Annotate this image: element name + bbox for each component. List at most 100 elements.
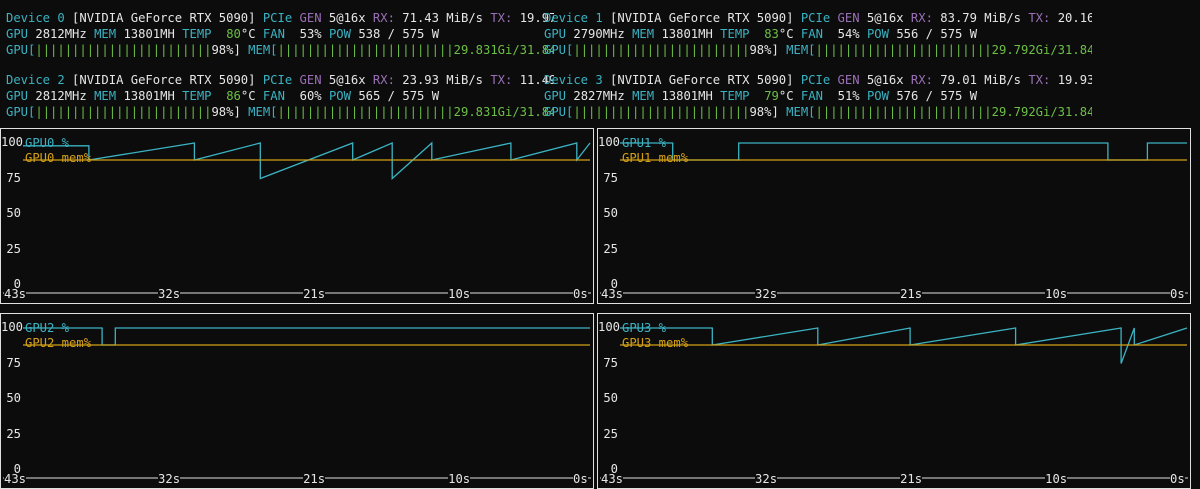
gpu-util-bar: |||||||||||||||||||||||| bbox=[573, 43, 750, 57]
gen-label: GEN bbox=[299, 73, 322, 87]
y-tick-label: 50 bbox=[6, 391, 21, 405]
y-tick-label: 75 bbox=[6, 170, 21, 185]
mem-used-value: 29.792Gi/31.843 bbox=[991, 43, 1092, 57]
gpu-clock-value: 2812MHz bbox=[35, 27, 87, 41]
tx-label: TX: bbox=[1028, 11, 1051, 25]
mem-clock-value: 13801MH bbox=[123, 89, 175, 103]
gpu3-utilization-chart: 100 75 50 25 0 43s 32s 21s 10s 0s GPU3 % GPU3 mem% bbox=[597, 313, 1191, 489]
device-0-info: Device 0 [NVIDIA GeForce RTX 5090] PCIe … bbox=[6, 10, 554, 58]
x-tick-label: 32s bbox=[158, 472, 181, 486]
gpu-clock-value: 2827MHz bbox=[573, 89, 625, 103]
x-tick-label: 0s bbox=[1170, 472, 1185, 486]
rx-label: RX: bbox=[372, 11, 395, 25]
y-tick-label: 25 bbox=[603, 426, 618, 441]
pcie-label: PCIe bbox=[262, 11, 293, 25]
gpu-clock-label: GPU bbox=[544, 89, 567, 103]
fan-value: 60% bbox=[292, 89, 322, 103]
mem-usage-bar: |||||||||||||||||||||||| bbox=[277, 43, 454, 57]
fan-label: FAN bbox=[800, 89, 823, 103]
mem-clock-value: 13801MH bbox=[661, 27, 713, 41]
temp-label: TEMP bbox=[720, 89, 750, 103]
gpu1-utilization-chart: 100 75 50 25 0 43s 32s 21s 10s 0s GPU1 % GPU1 mem% bbox=[597, 128, 1191, 304]
temp-value: 79 bbox=[756, 89, 779, 103]
y-tick-label: 100 bbox=[598, 320, 621, 334]
gpu-util-series-line bbox=[23, 327, 590, 346]
legend-gpu-util: GPU1 % bbox=[622, 136, 667, 150]
tx-value: 20.16 MiB/s bbox=[1057, 11, 1092, 25]
mem-bar-open: MEM[ bbox=[786, 43, 816, 57]
gen-value: 5@16x bbox=[328, 11, 366, 25]
device-3-info: Device 3 [NVIDIA GeForce RTX 5090] PCIe … bbox=[544, 72, 1092, 120]
gpu-clock-value: 2790MHz bbox=[573, 27, 625, 41]
device-label: Device 3 bbox=[544, 73, 603, 87]
device-2-info: Device 2 [NVIDIA GeForce RTX 5090] PCIe … bbox=[6, 72, 554, 120]
pow-value: 565 / 575 W bbox=[358, 89, 440, 103]
x-tick-label: 32s bbox=[755, 287, 778, 301]
pow-label: POW bbox=[328, 27, 351, 41]
x-tick-label: 21s bbox=[303, 287, 326, 301]
gen-label: GEN bbox=[299, 11, 322, 25]
legend-mem-util: GPU2 mem% bbox=[25, 336, 92, 350]
mem-clock-value: 13801MH bbox=[123, 27, 175, 41]
x-tick-label: 43s bbox=[601, 472, 624, 486]
gpu-util-value: 98%] bbox=[749, 105, 779, 119]
x-tick-label: 43s bbox=[601, 287, 624, 301]
y-tick-label: 100 bbox=[1, 320, 24, 334]
x-tick-label: 10s bbox=[448, 472, 471, 486]
gpu-util-bar: |||||||||||||||||||||||| bbox=[573, 105, 750, 119]
pcie-label: PCIe bbox=[800, 11, 831, 25]
device-name: [NVIDIA GeForce RTX 5090] bbox=[610, 11, 794, 25]
gpu-bar-open: GPU[ bbox=[544, 43, 574, 57]
mem-used-value: 29.831Gi/31.843 bbox=[453, 43, 554, 57]
x-tick-label: 0s bbox=[1170, 287, 1185, 301]
rx-value: 23.93 MiB/s bbox=[402, 73, 483, 87]
gpu-util-value: 98%] bbox=[749, 43, 779, 57]
mem-usage-bar: |||||||||||||||||||||||| bbox=[815, 105, 992, 119]
device-label: Device 1 bbox=[544, 11, 603, 25]
mem-clock-label: MEM bbox=[632, 89, 655, 103]
temp-label: TEMP bbox=[720, 27, 750, 41]
legend-gpu-util: GPU2 % bbox=[25, 321, 70, 335]
pow-value: 576 / 575 W bbox=[896, 89, 978, 103]
y-tick-label: 100 bbox=[1, 135, 24, 149]
x-tick-label: 32s bbox=[158, 287, 181, 301]
gpu2-utilization-chart: 100 75 50 25 0 43s 32s 21s 10s 0s GPU2 % GPU2 mem% bbox=[0, 313, 594, 489]
y-tick-label: 100 bbox=[598, 135, 621, 149]
y-tick-label: 75 bbox=[6, 355, 21, 370]
device-name: [NVIDIA GeForce RTX 5090] bbox=[610, 73, 794, 87]
x-tick-label: 10s bbox=[1045, 472, 1068, 486]
gpu-util-series-line bbox=[620, 327, 1188, 364]
x-tick-label: 0s bbox=[573, 287, 588, 301]
legend-gpu-util: GPU3 % bbox=[622, 321, 667, 335]
legend-mem-util: GPU1 mem% bbox=[622, 151, 689, 165]
legend-mem-util: GPU3 mem% bbox=[622, 336, 689, 350]
gpu-bar-open: GPU[ bbox=[544, 105, 574, 119]
mem-usage-bar: |||||||||||||||||||||||| bbox=[815, 43, 992, 57]
mem-used-value: 29.831Gi/31.843 bbox=[453, 105, 554, 119]
pow-label: POW bbox=[866, 27, 889, 41]
rx-label: RX: bbox=[910, 73, 933, 87]
gpu-util-series-line bbox=[23, 141, 591, 180]
y-tick-label: 50 bbox=[603, 206, 618, 220]
gpu-bar-open: GPU[ bbox=[6, 105, 36, 119]
y-tick-label: 25 bbox=[6, 426, 21, 441]
mem-clock-label: MEM bbox=[632, 27, 655, 41]
fan-value: 51% bbox=[830, 89, 860, 103]
legend-gpu-util: GPU0 % bbox=[25, 136, 70, 150]
pcie-label: PCIe bbox=[262, 73, 293, 87]
temp-unit: °C bbox=[240, 89, 256, 103]
fan-label: FAN bbox=[262, 27, 285, 41]
x-tick-label: 21s bbox=[900, 287, 923, 301]
y-tick-label: 50 bbox=[603, 391, 618, 405]
rx-value: 83.79 MiB/s bbox=[940, 11, 1021, 25]
gpu-clock-label: GPU bbox=[544, 27, 567, 41]
x-tick-label: 32s bbox=[755, 472, 778, 486]
device-name: [NVIDIA GeForce RTX 5090] bbox=[72, 73, 256, 87]
mem-usage-bar: |||||||||||||||||||||||| bbox=[277, 105, 454, 119]
gpu-clock-label: GPU bbox=[6, 89, 29, 103]
gen-label: GEN bbox=[837, 11, 860, 25]
temp-unit: °C bbox=[778, 27, 794, 41]
gpu-util-series-line bbox=[620, 142, 1187, 161]
rx-label: RX: bbox=[372, 73, 395, 87]
device-label: Device 2 bbox=[6, 73, 65, 87]
